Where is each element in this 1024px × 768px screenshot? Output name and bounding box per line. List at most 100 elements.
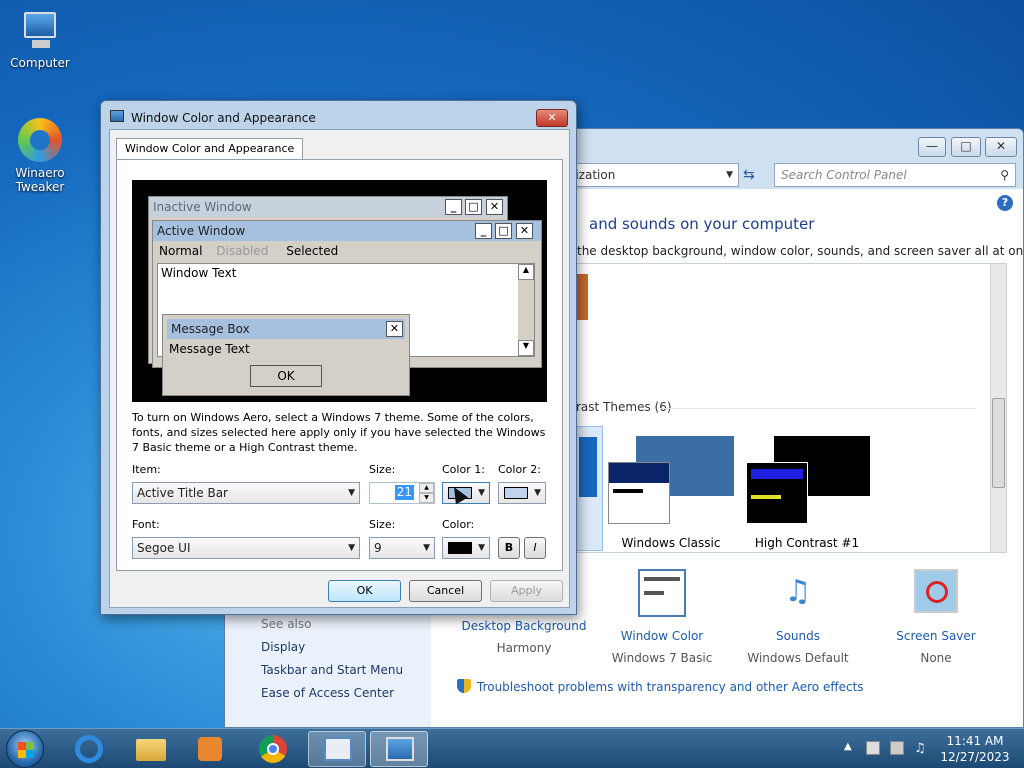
size-stepper[interactable]: 21 ▲ ▼ xyxy=(369,482,435,504)
internet-explorer-icon xyxy=(75,735,103,763)
taskbar: ▲ ♫ 11:41 AM 12/27/2023 xyxy=(0,728,1024,768)
taskbar-window-color[interactable] xyxy=(370,731,428,767)
stepper-down-icon[interactable]: ▼ xyxy=(419,493,434,503)
left-link-display[interactable]: Display xyxy=(261,640,305,654)
show-hidden-icons[interactable]: ▲ xyxy=(844,741,852,752)
font-select-value: Segoe UI xyxy=(137,541,191,555)
preview-window-text: Window Text xyxy=(161,266,237,280)
tab-panel: Inactive Window _ □ ✕ Active Window _ □ … xyxy=(116,159,563,571)
link-value: None xyxy=(920,651,952,665)
cancel-button[interactable]: Cancel xyxy=(409,580,482,602)
search-icon[interactable]: ⚲ xyxy=(1000,164,1009,186)
window-color-app-icon xyxy=(386,737,414,761)
bold-button[interactable]: B xyxy=(498,537,520,559)
network-icon[interactable] xyxy=(890,741,904,755)
scrollbar-thumb[interactable] xyxy=(992,398,1005,488)
theme-selected-partial[interactable] xyxy=(576,426,603,551)
taskbar-media-player[interactable] xyxy=(182,731,240,767)
desktop-icon-computer[interactable]: Computer xyxy=(0,8,80,70)
info-text: To turn on Windows Aero, select a Window… xyxy=(132,411,546,454)
chevron-down-icon: ▼ xyxy=(423,543,430,553)
theme-list-scrollbar[interactable] xyxy=(990,264,1006,552)
media-player-icon xyxy=(198,737,222,761)
font-label: Font: xyxy=(132,518,160,531)
desktop-icon-label: Computer xyxy=(10,56,70,70)
theme-thumbnail-partial[interactable] xyxy=(576,274,588,320)
folder-icon xyxy=(136,739,166,761)
screen-saver-icon xyxy=(914,569,958,613)
screen-saver-link[interactable]: Screen Saver None xyxy=(871,569,1001,665)
chevron-down-icon: ▼ xyxy=(348,488,355,498)
taskbar-ie[interactable] xyxy=(60,731,118,767)
action-center-icon[interactable] xyxy=(866,741,880,755)
ok-button[interactable]: OK xyxy=(328,580,401,602)
maximize-icon: □ xyxy=(465,199,482,215)
dialog-close-button[interactable]: ✕ xyxy=(536,109,568,127)
sounds-link[interactable]: ♫ Sounds Windows Default xyxy=(733,569,863,665)
font-color-label: Color: xyxy=(442,518,475,531)
taskbar-explorer[interactable] xyxy=(122,731,180,767)
chevron-down-icon[interactable]: ▼ xyxy=(726,164,733,186)
theme-high-contrast-1[interactable]: High Contrast #1 xyxy=(742,432,872,552)
search-input[interactable]: Search Control Panel ⚲ xyxy=(774,163,1016,187)
theme-label: High Contrast #1 xyxy=(754,536,860,550)
stepper-up-icon[interactable]: ▲ xyxy=(419,483,434,493)
item-select-value: Active Title Bar xyxy=(137,486,228,500)
taskbar-chrome[interactable] xyxy=(244,731,302,767)
tab-window-color[interactable]: Window Color and Appearance xyxy=(116,138,304,160)
theme-windows-classic[interactable]: Windows Classic xyxy=(606,432,736,552)
help-icon[interactable]: ? xyxy=(997,195,1013,211)
troubleshoot-link[interactable]: Troubleshoot problems with transparency … xyxy=(457,679,864,694)
desktop-icon-winaero-tweaker[interactable]: Winaero Tweaker xyxy=(0,118,80,194)
link-label: Desktop Background xyxy=(461,619,587,633)
font-color-swatch xyxy=(448,542,472,554)
maximize-icon: □ xyxy=(495,223,512,239)
font-size-value: 9 xyxy=(374,541,382,555)
theme-preview-window xyxy=(746,462,808,524)
font-color-button[interactable]: ▼ xyxy=(442,537,490,559)
minimize-icon: _ xyxy=(445,199,462,215)
desktop-icon-label: Winaero Tweaker xyxy=(15,166,65,194)
menu-disabled: Disabled xyxy=(216,244,269,258)
left-link-taskbar[interactable]: Taskbar and Start Menu xyxy=(261,663,403,677)
menu-normal: Normal xyxy=(159,244,203,258)
computer-icon xyxy=(18,8,62,52)
volume-icon[interactable]: ♫ xyxy=(914,741,926,756)
left-link-ease-of-access[interactable]: Ease of Access Center xyxy=(261,686,394,700)
color2-label: Color 2: xyxy=(498,463,541,476)
address-bar[interactable]: lization ▼ xyxy=(565,163,739,187)
color1-label: Color 1: xyxy=(442,463,485,476)
dialog-app-icon xyxy=(110,110,124,122)
clock-time: 11:41 AM xyxy=(946,734,1004,748)
preview-message-box[interactable]: Message Box ✕ Message Text OK xyxy=(162,314,410,396)
preview-scrollbar: ▲ ▼ xyxy=(518,264,534,356)
taskbar-control-panel[interactable] xyxy=(308,731,366,767)
size-value[interactable]: 21 xyxy=(394,485,414,500)
search-placeholder: Search Control Panel xyxy=(781,168,907,182)
size-label: Size: xyxy=(369,463,396,476)
close-button[interactable]: ✕ xyxy=(985,137,1017,157)
dialog-title: Window Color and Appearance xyxy=(131,111,316,125)
minimize-button[interactable]: — xyxy=(918,137,946,157)
section-divider xyxy=(660,408,976,409)
item-select[interactable]: Active Title Bar ▼ xyxy=(132,482,360,504)
font-size-select[interactable]: 9 ▼ xyxy=(369,537,435,559)
apply-button[interactable]: Apply xyxy=(490,580,563,602)
refresh-icon[interactable]: ⇆ xyxy=(743,167,755,183)
clock[interactable]: 11:41 AM 12/27/2023 xyxy=(935,733,1015,765)
color2-swatch xyxy=(504,487,528,499)
window-color-link[interactable]: Window Color Windows 7 Basic xyxy=(597,569,727,665)
maximize-button[interactable]: □ xyxy=(951,137,981,157)
winaero-tweaker-icon xyxy=(18,118,62,162)
italic-button[interactable]: I xyxy=(524,537,546,559)
font-select[interactable]: Segoe UI ▼ xyxy=(132,537,360,559)
chrome-icon xyxy=(259,735,287,763)
window-color-icon xyxy=(638,569,686,617)
color2-button[interactable]: ▼ xyxy=(498,482,546,504)
theme-list: rast Themes (6) Windows Classic High Con… xyxy=(575,263,1007,553)
start-button[interactable] xyxy=(6,730,44,768)
preview-menu: Normal Disabled Selected xyxy=(159,243,338,259)
see-also-heading: See also xyxy=(261,617,312,631)
windows-logo-icon xyxy=(18,742,34,758)
close-icon: ✕ xyxy=(516,223,533,239)
